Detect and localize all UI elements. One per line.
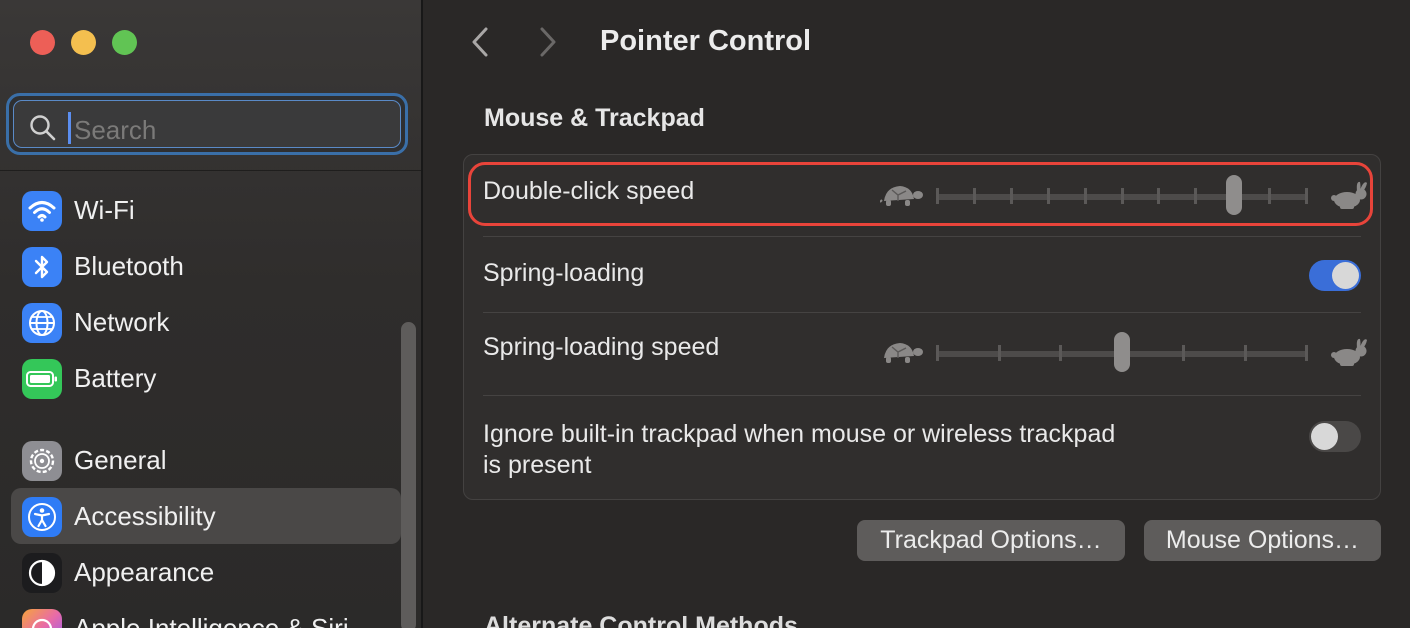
- spring-loading-label: Spring-loading: [483, 259, 645, 287]
- spring-loading-toggle[interactable]: [1309, 260, 1361, 291]
- sidebar-item-network[interactable]: Network: [11, 294, 401, 350]
- minimize-window-button[interactable]: [71, 30, 96, 55]
- appearance-icon: [22, 553, 62, 593]
- sidebar-item-label: Apple Intelligence & Siri: [74, 613, 349, 628]
- sidebar-item-apple-intelligence-siri[interactable]: Apple Intelligence & Siri: [11, 600, 401, 628]
- page-title: Pointer Control: [600, 25, 812, 57]
- settings-card: Double-click speed Spring-loading Spring…: [463, 154, 1381, 500]
- gear-icon: [22, 441, 62, 481]
- search-input[interactable]: Search: [13, 100, 401, 148]
- ignore-trackpad-label-line1: Ignore built-in trackpad when mouse or w…: [483, 420, 1116, 448]
- spring-loading-speed-slider[interactable]: [880, 332, 1370, 372]
- turtle-icon: [884, 343, 923, 363]
- sidebar-item-appearance[interactable]: Appearance: [11, 544, 401, 600]
- sidebar-item-battery[interactable]: Battery: [11, 350, 401, 406]
- toggle-knob: [1332, 262, 1359, 289]
- trackpad-options-button[interactable]: Trackpad Options…: [857, 520, 1125, 561]
- ignore-trackpad-label: Ignore built-in trackpad when mouse or w…: [483, 419, 1115, 481]
- slider-tick: [997, 345, 1001, 361]
- ignore-trackpad-toggle[interactable]: [1309, 421, 1361, 452]
- section-title: Mouse & Trackpad: [484, 104, 705, 132]
- toggle-knob: [1311, 423, 1338, 450]
- sidebar-item-label: Accessibility: [74, 501, 216, 531]
- siri-icon: [22, 609, 62, 628]
- bluetooth-icon: [22, 247, 62, 287]
- sidebar-item-label: Wi-Fi: [74, 195, 135, 225]
- slider-thumb[interactable]: [1114, 332, 1130, 372]
- globe-icon: [22, 303, 62, 343]
- ignore-trackpad-label-line2: is present: [483, 451, 592, 479]
- sidebar-item-wifi[interactable]: Wi-Fi: [11, 182, 401, 238]
- slider-tick: [1305, 345, 1308, 361]
- mouse-options-button[interactable]: Mouse Options…: [1144, 520, 1381, 561]
- double-click-speed-row: Double-click speed: [464, 155, 1380, 235]
- accessibility-icon: [22, 497, 62, 537]
- close-window-button[interactable]: [30, 30, 55, 55]
- sidebar-item-general[interactable]: General: [11, 432, 401, 488]
- next-section-title: Alternate Control Methods: [484, 612, 798, 628]
- slider-tick: [936, 345, 939, 361]
- sidebar: Search Wi-Fi Bluetooth Network Battery G…: [0, 0, 421, 628]
- wifi-icon: [22, 191, 62, 231]
- content-pane: Pointer Control Mouse & Trackpad Double-…: [423, 0, 1410, 628]
- slider-tick: [1243, 345, 1247, 361]
- back-button[interactable]: [465, 24, 495, 60]
- rabbit-icon: [1331, 338, 1367, 366]
- sidebar-item-label: General: [74, 445, 167, 475]
- search-placeholder: Search: [74, 115, 157, 145]
- forward-button[interactable]: [533, 24, 563, 60]
- search-field[interactable]: Search: [6, 93, 408, 155]
- settings-window: Search Wi-Fi Bluetooth Network Battery G…: [0, 0, 1410, 628]
- battery-icon: [22, 359, 62, 399]
- search-icon: [30, 115, 56, 141]
- sidebar-item-label: Battery: [74, 363, 157, 393]
- sidebar-item-label: Appearance: [74, 557, 215, 587]
- sidebar-item-accessibility[interactable]: Accessibility: [11, 488, 401, 544]
- spring-loading-speed-label: Spring-loading speed: [483, 333, 720, 361]
- slider-tick: [1059, 345, 1062, 361]
- sidebar-item-label: Network: [74, 307, 170, 337]
- spring-loading-row: Spring-loading: [464, 237, 1380, 312]
- sidebar-item-bluetooth[interactable]: Bluetooth: [11, 238, 401, 294]
- zoom-window-button[interactable]: [112, 30, 137, 55]
- window-controls: [30, 30, 137, 55]
- ignore-trackpad-row: Ignore built-in trackpad when mouse or w…: [464, 396, 1380, 500]
- focus-highlight-ring: [468, 162, 1373, 226]
- sidebar-item-label: Bluetooth: [74, 251, 184, 281]
- sidebar-divider-line: [0, 170, 421, 171]
- sidebar-scrollbar[interactable]: [401, 322, 416, 628]
- spring-loading-speed-row: Spring-loading speed: [464, 313, 1380, 395]
- text-caret: [68, 112, 71, 144]
- slider-tick: [1182, 345, 1185, 361]
